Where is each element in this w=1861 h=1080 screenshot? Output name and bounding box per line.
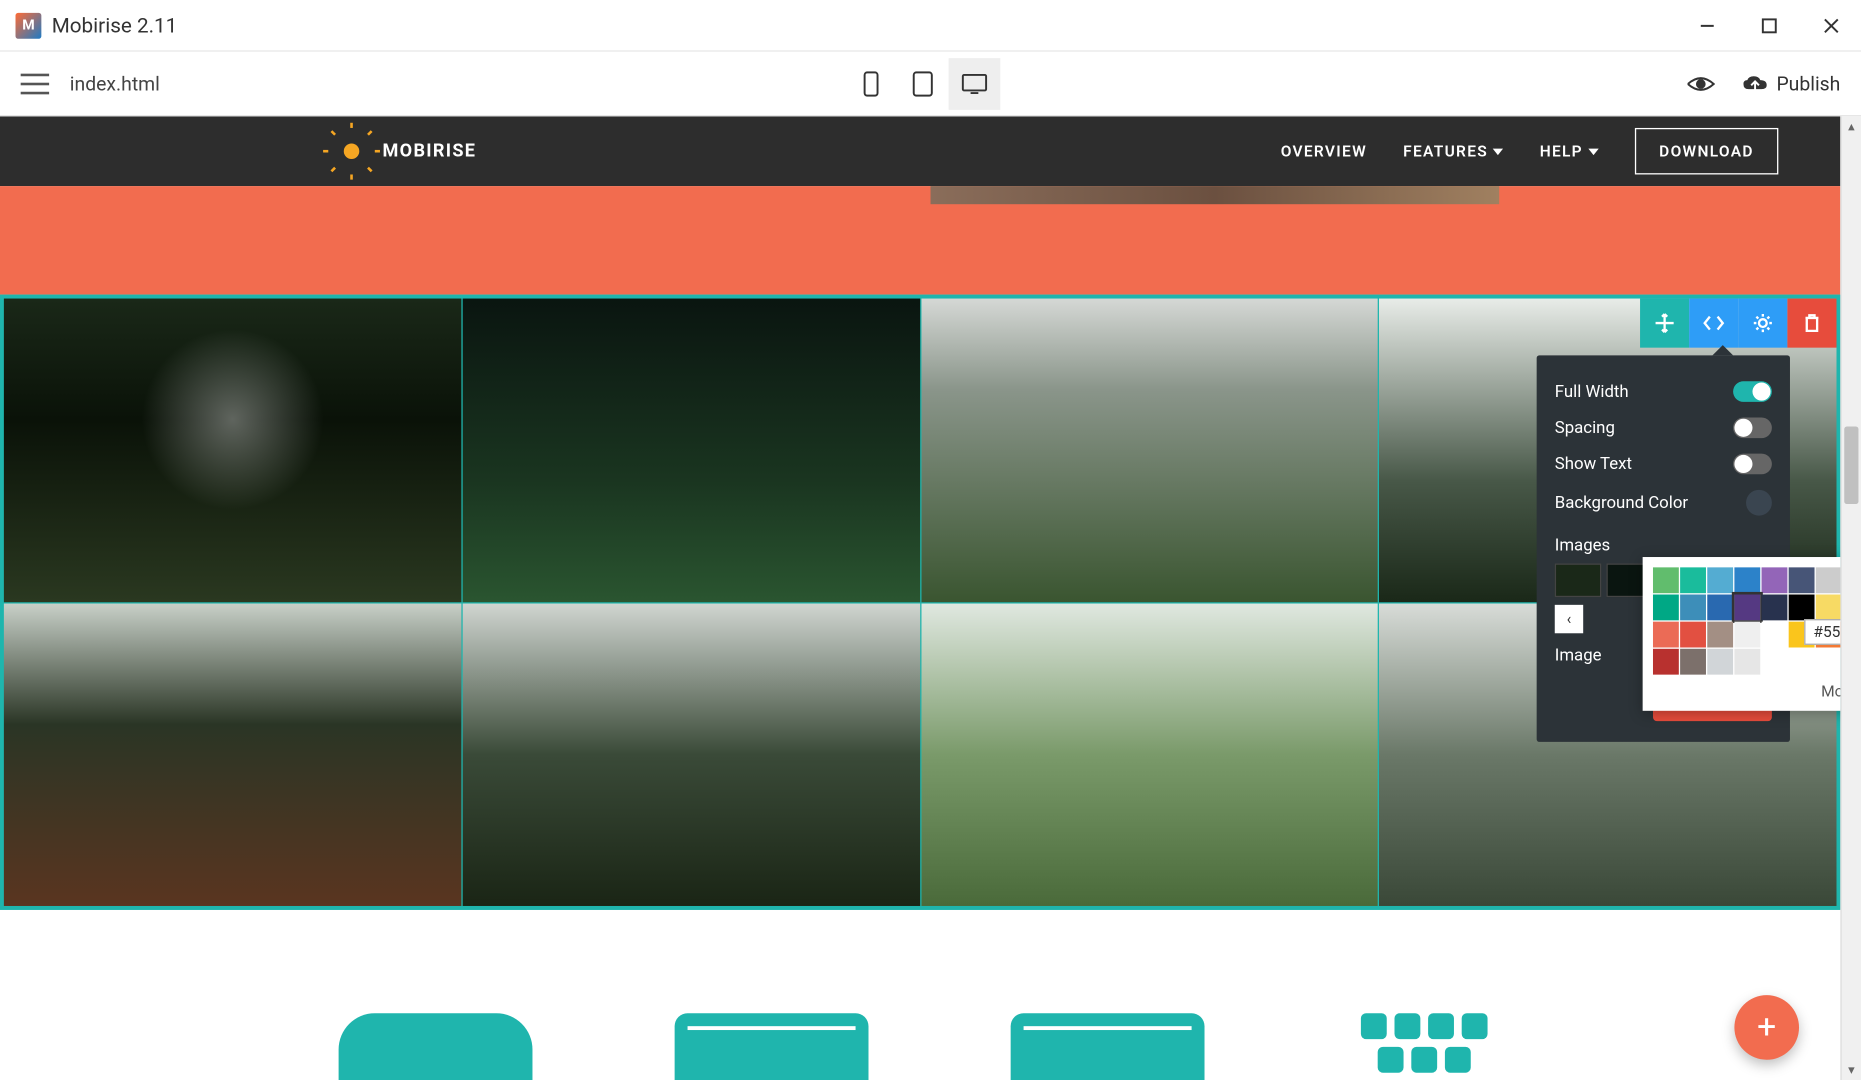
color-swatch[interactable] bbox=[1707, 622, 1733, 648]
page-nav: MOBIRISE OVERVIEW FEATURES HELP DOWNLOAD bbox=[0, 116, 1840, 186]
publish-button[interactable]: Publish bbox=[1740, 72, 1840, 95]
color-swatch[interactable] bbox=[1816, 567, 1841, 593]
vertical-scrollbar[interactable]: ▴ ▾ bbox=[1840, 116, 1861, 1080]
features-section bbox=[0, 910, 1840, 1080]
gallery-image-5[interactable] bbox=[4, 603, 461, 906]
nav-link-overview[interactable]: OVERVIEW bbox=[1281, 142, 1367, 160]
file-name: index.html bbox=[70, 72, 160, 95]
feature-icon-window bbox=[675, 1013, 869, 1080]
color-picker: #553982 More > bbox=[1643, 557, 1841, 711]
close-button[interactable] bbox=[1812, 6, 1851, 45]
setting-show-text-label: Show Text bbox=[1555, 454, 1632, 473]
nav-link-features[interactable]: FEATURES bbox=[1403, 142, 1503, 160]
tablet-view-button[interactable] bbox=[897, 58, 949, 110]
mobile-view-button[interactable] bbox=[845, 58, 897, 110]
hero-section bbox=[0, 186, 1840, 295]
color-hex-tooltip: #553982 bbox=[1804, 619, 1840, 645]
setting-spacing-label: Spacing bbox=[1555, 418, 1615, 437]
color-swatch[interactable] bbox=[1707, 649, 1733, 675]
scroll-thumb[interactable] bbox=[1844, 426, 1858, 504]
gallery-image-7[interactable] bbox=[921, 603, 1378, 906]
gallery-image-1[interactable] bbox=[4, 299, 461, 602]
color-swatch[interactable] bbox=[1762, 595, 1788, 621]
color-more-link[interactable]: More > bbox=[1653, 682, 1840, 700]
app-icon: M bbox=[16, 12, 42, 38]
color-swatch[interactable] bbox=[1653, 567, 1679, 593]
minimize-button[interactable] bbox=[1688, 6, 1727, 45]
color-swatch[interactable] bbox=[1653, 595, 1679, 621]
cloud-upload-icon bbox=[1740, 73, 1768, 94]
menu-icon[interactable] bbox=[21, 73, 49, 94]
caret-down-icon bbox=[1493, 148, 1503, 154]
setting-images-label: Images bbox=[1555, 536, 1772, 555]
app-title: Mobirise 2.11 bbox=[52, 13, 178, 38]
setting-bg-color-swatch[interactable] bbox=[1746, 490, 1772, 516]
images-scroll-left[interactable]: ‹ bbox=[1555, 605, 1583, 633]
color-swatch[interactable] bbox=[1653, 622, 1679, 648]
hero-image-bottom bbox=[931, 186, 1500, 204]
color-swatch[interactable] bbox=[1816, 595, 1841, 621]
color-swatch[interactable] bbox=[1653, 649, 1679, 675]
code-block-button[interactable] bbox=[1689, 299, 1738, 348]
setting-bg-color-label: Background Color bbox=[1555, 493, 1688, 512]
color-swatch[interactable] bbox=[1789, 567, 1815, 593]
nav-download-button[interactable]: DOWNLOAD bbox=[1635, 128, 1779, 175]
feature-icon-bootstrap bbox=[339, 1013, 533, 1080]
nav-brand[interactable]: MOBIRISE bbox=[336, 136, 476, 167]
sun-icon bbox=[336, 136, 367, 167]
color-swatch[interactable] bbox=[1680, 595, 1706, 621]
color-swatch[interactable] bbox=[1680, 649, 1706, 675]
color-swatch[interactable] bbox=[1762, 567, 1788, 593]
feature-icon-globe bbox=[1347, 1013, 1502, 1080]
color-swatch[interactable] bbox=[1734, 649, 1760, 675]
color-swatch[interactable] bbox=[1680, 567, 1706, 593]
toolbar: index.html Publish bbox=[0, 52, 1861, 117]
feature-icon-window bbox=[1011, 1013, 1205, 1080]
scroll-up-arrow[interactable]: ▴ bbox=[1842, 116, 1861, 137]
gallery-image-6[interactable] bbox=[462, 603, 919, 906]
publish-label: Publish bbox=[1776, 72, 1840, 95]
settings-block-button[interactable] bbox=[1738, 299, 1787, 348]
color-swatch[interactable] bbox=[1734, 622, 1760, 648]
image-thumb[interactable] bbox=[1555, 563, 1602, 597]
nav-brand-text: MOBIRISE bbox=[383, 141, 477, 162]
preview-icon[interactable] bbox=[1686, 74, 1714, 92]
color-swatch[interactable] bbox=[1734, 595, 1760, 621]
color-swatch[interactable] bbox=[1734, 567, 1760, 593]
scroll-down-arrow[interactable]: ▾ bbox=[1842, 1060, 1861, 1080]
gallery-image-3[interactable] bbox=[921, 299, 1378, 602]
setting-spacing-toggle[interactable] bbox=[1733, 417, 1772, 438]
color-swatch[interactable] bbox=[1707, 595, 1733, 621]
add-block-fab[interactable]: + bbox=[1734, 995, 1799, 1060]
setting-show-text-toggle[interactable] bbox=[1733, 454, 1772, 475]
delete-block-button[interactable] bbox=[1787, 299, 1836, 348]
color-swatch[interactable] bbox=[1680, 622, 1706, 648]
color-swatch[interactable] bbox=[1762, 622, 1788, 648]
desktop-view-button[interactable] bbox=[949, 58, 1001, 110]
caret-down-icon bbox=[1588, 148, 1598, 154]
setting-full-width-toggle[interactable] bbox=[1733, 381, 1772, 402]
maximize-button[interactable] bbox=[1750, 6, 1789, 45]
titlebar: M Mobirise 2.11 bbox=[0, 0, 1861, 52]
block-settings-panel: Full Width Spacing Show Text Background … bbox=[1537, 355, 1790, 741]
gallery-image-2[interactable] bbox=[462, 299, 919, 602]
nav-link-help[interactable]: HELP bbox=[1540, 142, 1599, 160]
color-swatch[interactable] bbox=[1707, 567, 1733, 593]
move-block-button[interactable] bbox=[1640, 299, 1689, 348]
gallery-block[interactable]: Full Width Spacing Show Text Background … bbox=[0, 295, 1840, 910]
canvas: MOBIRISE OVERVIEW FEATURES HELP DOWNLOAD bbox=[0, 116, 1840, 1080]
color-swatch[interactable] bbox=[1789, 595, 1815, 621]
setting-full-width-label: Full Width bbox=[1555, 382, 1629, 401]
block-tools bbox=[1640, 299, 1836, 348]
